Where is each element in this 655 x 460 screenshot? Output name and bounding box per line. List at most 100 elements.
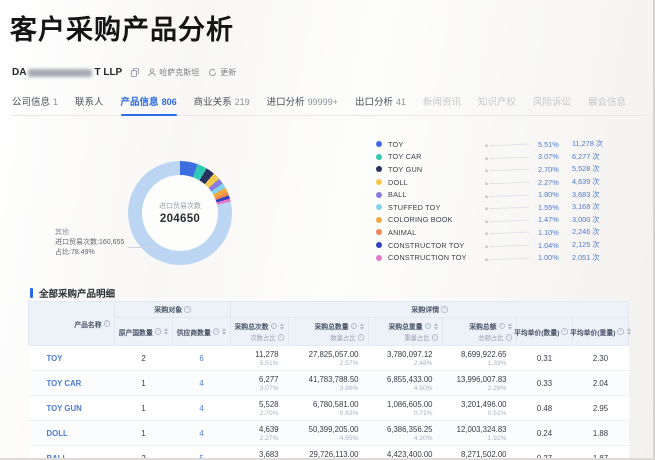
- legend-label: BALL: [388, 190, 407, 200]
- legend-count: 5,528 次: [572, 164, 600, 174]
- table-row: BALL253,6831.80%29,726,113.002.74%4,423,…: [28, 445, 629, 458]
- product-name-link[interactable]: TOY CAR: [28, 370, 115, 396]
- col-header-origin-country-count[interactable]: 原产国数量 i: [114, 317, 173, 346]
- legend-item[interactable]: TOY CAR 3.07% 6,277 次: [376, 151, 603, 164]
- info-icon[interactable]: i: [561, 328, 568, 335]
- page-title: 客户采购产品分析: [10, 15, 234, 45]
- col-header-supplier-count[interactable]: 供应商数量 i: [172, 317, 231, 346]
- tab-business-relations[interactable]: 商业关系 219: [194, 94, 250, 108]
- legend-color-dot: [376, 191, 382, 198]
- info-icon[interactable]: i: [617, 328, 624, 335]
- sort-icon[interactable]: [626, 328, 631, 335]
- refresh-button[interactable]: 更新: [208, 67, 236, 78]
- info-icon[interactable]: i: [498, 322, 505, 330]
- product-name-link[interactable]: DOLL: [28, 420, 115, 446]
- legend-color-dot: [376, 242, 382, 249]
- product-name-link[interactable]: BALL: [28, 445, 115, 458]
- legend-count: 6,277 次: [572, 151, 600, 161]
- legend-percent: 5.51%: [538, 139, 559, 149]
- sort-icon[interactable]: [508, 322, 512, 330]
- annotation-percent: 占比:78.49%: [55, 249, 95, 256]
- legend-item[interactable]: STUFFED TOY 1.55% 3,168 次: [376, 201, 603, 214]
- legend-item[interactable]: DOLL 2.27% 4,639 次: [376, 176, 603, 189]
- legend-sparkline: [485, 143, 530, 148]
- legend-item[interactable]: CONSTRUCTION TOY 1.00% 2,051 次: [376, 251, 603, 264]
- tab-label: 风险诉讼: [533, 97, 572, 108]
- sort-icon[interactable]: [280, 322, 284, 330]
- legend-item[interactable]: CONSTRUCTOR TOY 1.04% 2,125 次: [376, 239, 603, 252]
- col-header-total-times[interactable]: 采购总次数 i 次数占比 i: [230, 317, 289, 346]
- col-header-avg-price-weight[interactable]: 平均单价(重量) i: [570, 317, 631, 346]
- legend-color-dot: [376, 153, 382, 160]
- col-header-avg-price-quantity[interactable]: 平均单价(数量) i: [514, 317, 575, 346]
- tab-exhibition-info: 展会信息: [588, 94, 626, 108]
- tab-contacts[interactable]: 联系人: [75, 94, 104, 108]
- section-title-text: 全部采购产品明细: [39, 289, 116, 300]
- product-name-link[interactable]: TOY GUN: [28, 395, 115, 421]
- col-header-total-weight[interactable]: 采购总重量 i 重量占比 i: [368, 317, 443, 346]
- tab-label: 展会信息: [588, 97, 627, 108]
- legend-color-dot: [376, 216, 382, 223]
- legend-color-dot: [376, 254, 382, 261]
- info-icon[interactable]: i: [212, 328, 220, 335]
- donut-center-label: 进口贸易次数 204650: [142, 175, 218, 251]
- donut-chart-wrap: 进口贸易次数 204650: [128, 161, 232, 265]
- info-icon[interactable]: i: [270, 322, 277, 330]
- supplier-count-link[interactable]: 5: [172, 445, 231, 458]
- tab-count-badge: 99999+: [307, 97, 338, 107]
- avg-price-quantity-cell: 0.27: [516, 445, 573, 458]
- col-header-total-quantity[interactable]: 采购总数量 i 数量占比 i: [288, 317, 369, 346]
- table-row: TOY 2 6 11,278 5.51% 27,825,057.00 2.57% 3,780,…: [28, 345, 629, 371]
- supplier-count-link[interactable]: 6: [172, 345, 231, 371]
- sort-icon[interactable]: [360, 322, 364, 330]
- col-header-product-name[interactable]: 产品名称 i: [28, 301, 115, 346]
- origin-country-count: 1: [114, 395, 173, 421]
- legend-sparkline: [485, 194, 530, 198]
- info-icon[interactable]: i: [357, 334, 364, 341]
- info-icon[interactable]: i: [424, 322, 431, 330]
- supplier-count-link[interactable]: 4: [172, 395, 231, 421]
- table-row: TOY GUN 1 4 5,528 2.70% 6,780,581.00 0.63% 1,08…: [28, 395, 629, 421]
- supplier-count-link[interactable]: 4: [172, 370, 231, 396]
- col-header-total-amount[interactable]: 采购总额 i 总额占比 i: [442, 317, 517, 346]
- tab-import-analysis[interactable]: 进口分析 99999+: [267, 94, 338, 108]
- tab-product-info[interactable]: 产品信息 806: [120, 94, 177, 116]
- product-name-link[interactable]: TOY: [28, 345, 115, 371]
- info-icon[interactable]: i: [350, 322, 357, 330]
- redacted-name-blur: [28, 68, 93, 77]
- avg-price-quantity-cell: 0.24: [516, 420, 573, 446]
- sort-icon[interactable]: [434, 322, 438, 330]
- legend-item[interactable]: BALL 1.80% 3,683 次: [376, 188, 603, 201]
- purchase-weight-cell: 1,086,605.00 0.71%: [368, 395, 443, 421]
- tab-risk-litigation: 风险诉讼: [533, 94, 571, 108]
- info-icon[interactable]: i: [505, 334, 512, 341]
- avg-price-weight-cell: 1.87: [572, 445, 629, 458]
- legend-item[interactable]: ANIMAL 1.10% 2,246 次: [376, 226, 603, 239]
- table-row: DOLL 1 4 4,639 2.27% 50,399,205.00 4.65% 6,386,…: [28, 420, 629, 446]
- copy-company-name-button[interactable]: [131, 68, 140, 77]
- tab-export-analysis[interactable]: 出口分析 41: [355, 94, 406, 108]
- info-icon[interactable]: i: [431, 334, 438, 341]
- sort-icon[interactable]: [222, 328, 227, 335]
- supplier-count-link[interactable]: 4: [172, 420, 231, 446]
- legend-label: TOY GUN: [388, 164, 423, 174]
- purchase-weight-cell: 4,423,400.002.91%: [368, 445, 443, 458]
- tab-company-info[interactable]: 公司信息 1: [12, 94, 58, 108]
- company-name[interactable]: DA T LLP: [12, 67, 122, 78]
- info-icon[interactable]: i: [103, 320, 110, 327]
- info-icon[interactable]: i: [154, 328, 162, 335]
- legend-item[interactable]: TOY 5.51% 11,278 次: [376, 138, 603, 151]
- legend-item[interactable]: TOY GUN 2.70% 5,528 次: [376, 163, 603, 176]
- info-icon[interactable]: i: [441, 306, 448, 313]
- purchase-amount-cell: 13,996,007.83 2.28%: [442, 370, 517, 396]
- avg-price-weight-cell: 2.30: [572, 345, 629, 371]
- info-icon[interactable]: i: [277, 334, 284, 341]
- origin-country-count: 1: [114, 420, 173, 446]
- legend-color-dot: [376, 166, 382, 173]
- sort-icon[interactable]: [164, 328, 169, 335]
- tab-label: 出口分析: [354, 97, 393, 108]
- legend-item[interactable]: COLORING BOOK 1.47% 3,000 次: [376, 214, 603, 227]
- company-region-link[interactable]: 哈萨克斯坦: [148, 67, 199, 78]
- info-icon[interactable]: i: [184, 306, 191, 313]
- legend-percent: 1.80%: [538, 190, 559, 200]
